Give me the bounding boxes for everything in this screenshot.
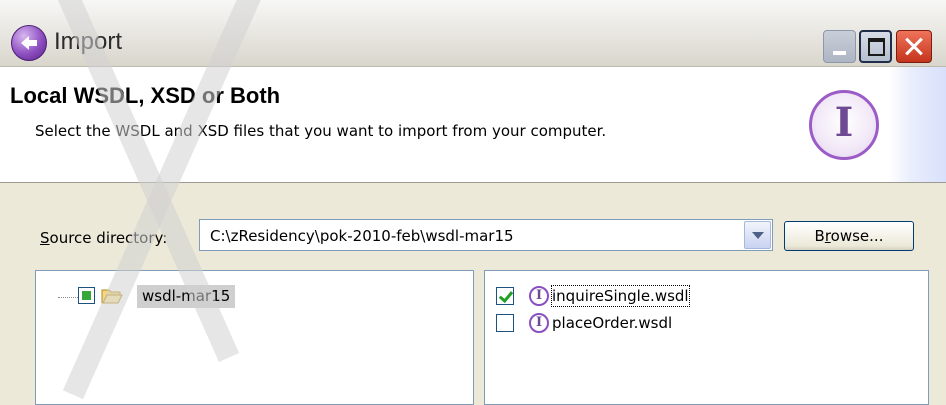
emblem-letter: I (834, 99, 854, 146)
close-button[interactable] (896, 30, 932, 63)
source-label-mnemonic: S (40, 229, 50, 247)
browse-label-prefix: B (814, 227, 825, 245)
file-label[interactable]: inquireSingle.wsdl (551, 285, 690, 307)
file-label[interactable]: placeOrder.wsdl (552, 313, 672, 333)
source-directory-label: Source directory: (40, 229, 167, 247)
banner-stripe (889, 67, 946, 182)
file-checkbox[interactable] (496, 287, 514, 305)
folder-open-icon (101, 289, 123, 304)
folder-checkbox[interactable] (78, 287, 95, 304)
wsdl-interface-icon: I (529, 286, 549, 306)
chevron-down-icon[interactable] (744, 221, 771, 249)
window-title: Import (54, 28, 123, 55)
source-directory-combo[interactable]: C:\zResidency\pok-2010-feb\wsdl-mar15 (199, 219, 773, 251)
minimize-button[interactable] (823, 30, 856, 63)
browse-label-rest: owse... (830, 227, 884, 245)
wsdl-interface-icon: I (529, 313, 549, 333)
import-wizard-icon (11, 25, 47, 61)
title-bar[interactable]: Import (0, 0, 946, 67)
file-list-panel[interactable] (484, 270, 929, 405)
source-directory-value[interactable]: C:\zResidency\pok-2010-feb\wsdl-mar15 (210, 227, 514, 245)
tree-connector (58, 297, 78, 298)
file-checkbox[interactable] (496, 314, 514, 332)
wizard-page-description: Select the WSDL and XSD files that you w… (35, 122, 607, 140)
maximize-button[interactable] (859, 30, 892, 63)
tree-item-folder[interactable]: wsdl-mar15 (137, 285, 236, 308)
source-label-rest: ource directory: (49, 229, 168, 247)
interface-emblem-icon: I (809, 90, 879, 160)
wizard-page-title: Local WSDL, XSD or Both (10, 83, 281, 108)
browse-button[interactable]: Browse... (784, 221, 914, 251)
import-dialog: Import Local WSDL, XSD or Both Select th… (0, 0, 946, 405)
